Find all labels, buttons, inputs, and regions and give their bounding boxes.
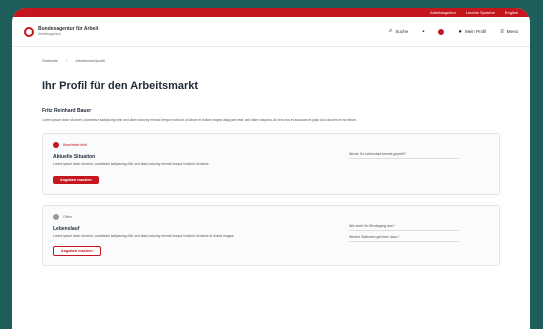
menu-label: Menü [506, 29, 518, 34]
status-icon [53, 213, 59, 220]
notepad-icon: ▪ [422, 28, 425, 35]
main-nav: ⌕ Suche ▪ ● Mein Profil ≡ Menü [389, 28, 518, 35]
notification-badge [438, 28, 445, 35]
menu-icon: ≡ [500, 28, 504, 35]
search-label: Suche [395, 29, 409, 34]
topbar-link-leichte-sprache[interactable]: Leichte Sprache [466, 10, 495, 15]
status-icon [53, 142, 59, 149]
menu-button[interactable]: ≡ Menü [500, 29, 518, 35]
search-button[interactable]: ⌕ Suche [389, 28, 408, 35]
breadcrumb-current: Arbeitsmarktprofil [75, 59, 105, 63]
angaben-machen-button[interactable]: Angaben machen [53, 245, 101, 256]
logo-subtitle: Arbeitsagentur [38, 32, 61, 37]
breadcrumb-home[interactable]: Startseite [42, 59, 58, 63]
profile-name: Fritz Reinhard Bauer [42, 108, 92, 114]
profile-card-lebenslauf: Offen Lebenslauf Lorem ipsum dolor sit a… [42, 204, 500, 266]
device-frame: Arbeitsagentur Leichte Sprache English B… [0, 0, 543, 329]
profile-card-situation: Bearbeitet fehlt Aktuelle Situation Lore… [42, 133, 500, 195]
breadcrumb-separator: › [66, 59, 68, 63]
aside-question[interactable]: Welche Stationen gehören dazu? [349, 235, 459, 242]
card-status: Offen [53, 213, 489, 220]
profile-button[interactable]: ● Mein Profil [458, 29, 486, 35]
topbar-link-english[interactable]: English [505, 10, 518, 15]
logo-icon [24, 26, 34, 37]
user-icon: ● [458, 28, 462, 35]
profile-label: Mein Profil [464, 29, 487, 34]
status-label: Offen [63, 214, 72, 219]
aside-question[interactable]: Wie sieht Ihr Werdegang aus? [349, 224, 459, 231]
notifications-button[interactable] [438, 28, 445, 35]
card-aside: Wie sieht Ihr Werdegang aus? Welche Stat… [349, 224, 459, 242]
angaben-machen-button[interactable]: Angaben machen [53, 175, 99, 184]
logo[interactable]: Bundesagentur für Arbeit Arbeitsagentur [24, 26, 98, 37]
aside-question[interactable]: Wurde Ihr Lebenslauf bereits geprüft? [349, 152, 459, 160]
card-status: Bearbeitet fehlt [53, 142, 489, 149]
site-header: Bundesagentur für Arbeit Arbeitsagentur … [12, 17, 530, 47]
card-aside: Wurde Ihr Lebenslauf bereits geprüft? [349, 152, 459, 160]
breadcrumb: Startseite › Arbeitsmarktprofil [12, 47, 530, 63]
search-icon: ⌕ [389, 28, 393, 34]
card-text: Lorem ipsum dolor sit amet, consetetur s… [53, 162, 210, 167]
page-title: Ihr Profil für den Arbeitsmarkt [42, 80, 199, 92]
card-text: Lorem ipsum dolor sit amet, consetetur s… [53, 233, 235, 238]
top-utility-bar: Arbeitsagentur Leichte Sprache English [12, 8, 530, 17]
status-label: Bearbeitet fehlt [63, 143, 88, 148]
notes-button[interactable]: ▪ [422, 29, 424, 35]
browser-screen: Arbeitsagentur Leichte Sprache English B… [12, 8, 530, 329]
intro-text: Lorem ipsum dolor sit amet, consetetur s… [42, 118, 357, 122]
topbar-link-arbeitsagentur[interactable]: Arbeitsagentur [430, 10, 456, 15]
